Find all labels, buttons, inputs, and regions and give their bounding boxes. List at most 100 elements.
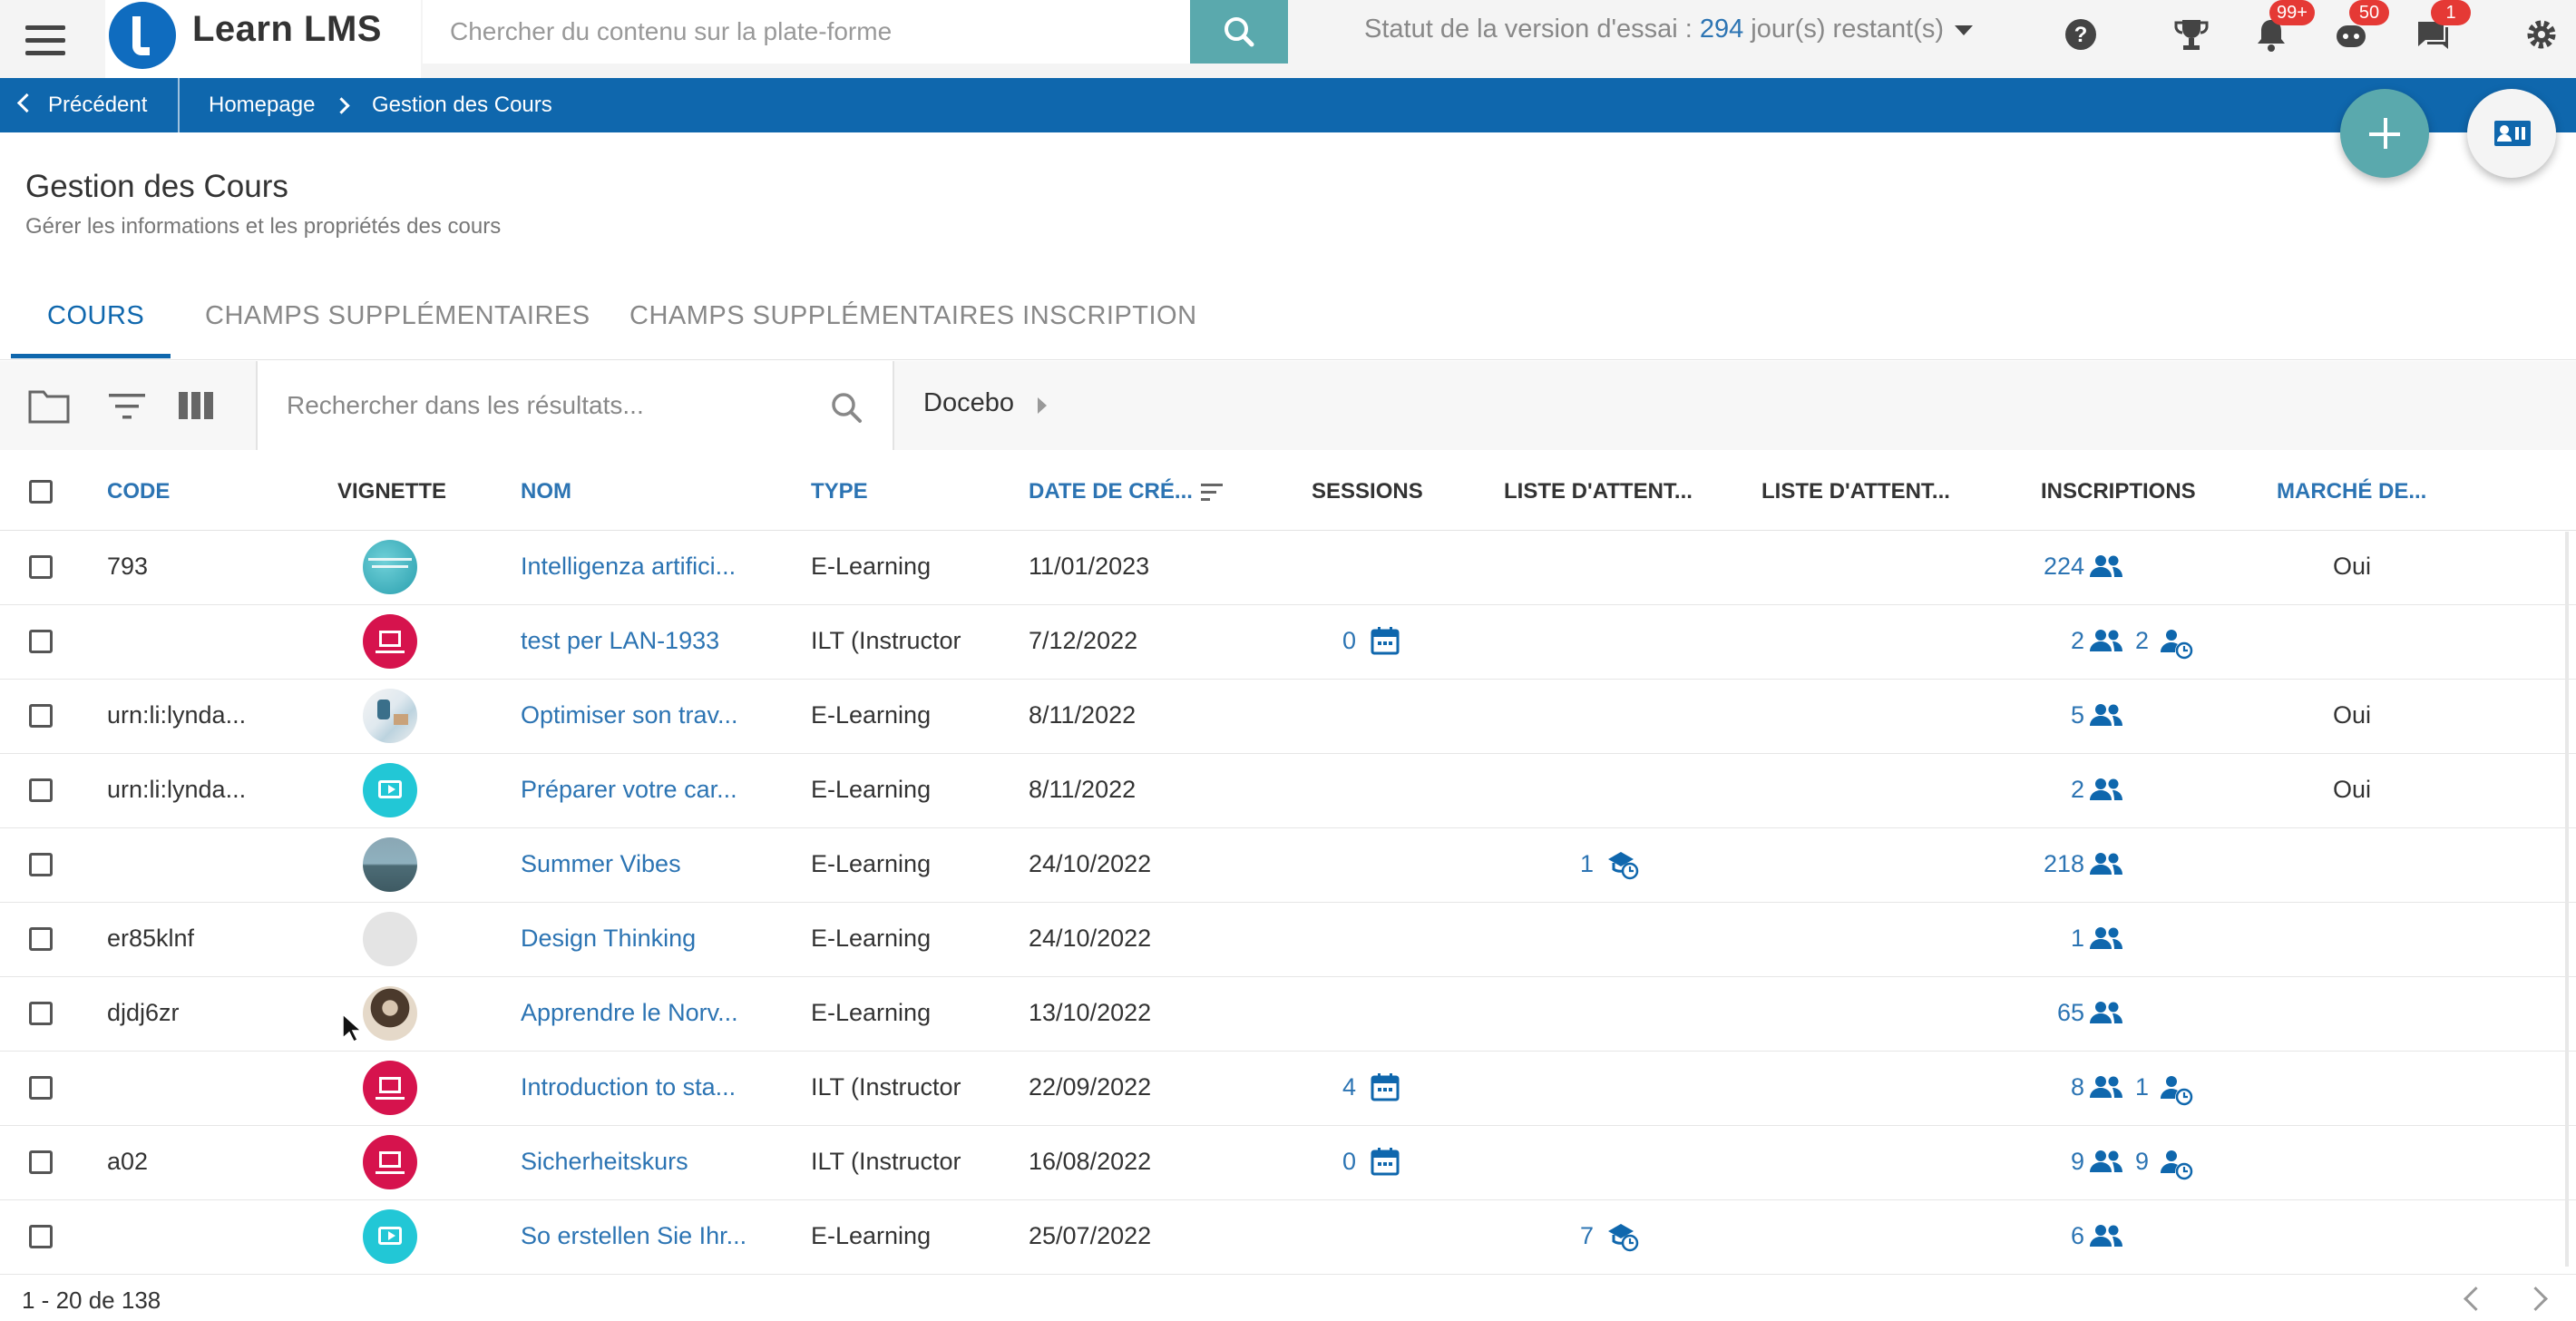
filter-icon[interactable] [107,388,147,425]
table-row[interactable]: test per LAN-1933 ILT (Instructor 7/12/202… [0,604,2576,680]
row-checkbox[interactable] [29,1076,53,1100]
table-row[interactable]: So erstellen Sie Ihr... E-Learning 25/07/2… [0,1199,2576,1275]
bot-icon[interactable]: 50 [2331,0,2389,54]
table-row[interactable]: 793 Intelligenza artifici... E-Learning 11/… [0,530,2576,605]
enrollments-count[interactable]: 8 [2071,1073,2084,1101]
users-icon[interactable] [2088,627,2124,659]
course-name-link[interactable]: test per LAN-1933 [521,627,719,655]
waitlist-count[interactable]: 1 [1580,850,1594,878]
columns-icon[interactable] [178,390,214,421]
enrollments-count[interactable]: 9 [2071,1148,2084,1176]
pending-users-icon[interactable] [2159,627,2195,664]
back-button[interactable]: Précédent [16,78,147,132]
pending-enrollments-count[interactable]: 2 [2135,627,2149,655]
course-name-link[interactable]: Préparer votre car... [521,776,737,804]
users-icon[interactable] [2088,1148,2124,1179]
row-checkbox[interactable] [29,927,53,951]
course-name-link[interactable]: Apprendre le Norv... [521,999,738,1027]
calendar-icon[interactable] [1370,625,1400,660]
course-name-link[interactable]: Optimiser son trav... [521,701,738,729]
settings-gear-icon[interactable] [2522,15,2561,54]
table-row[interactable]: a02 Sicherheitskurs ILT (Instructor 16/08/2… [0,1125,2576,1200]
scrollbar[interactable] [2565,532,2569,1267]
tab-champs-supplementaires[interactable]: CHAMPS SUPPLÉMENTAIRES [205,301,590,331]
users-icon[interactable] [2088,553,2124,584]
users-icon[interactable] [2088,925,2124,956]
users-icon[interactable] [2088,850,2124,882]
search-icon[interactable] [829,390,865,426]
table-row[interactable]: djdj6zr Apprendre le Norv... E-Learning 13/… [0,976,2576,1052]
enrollments-count[interactable]: 2 [2071,627,2084,655]
waitlist-icon[interactable] [1605,848,1640,886]
sort-icon[interactable] [1199,481,1225,503]
pending-users-icon[interactable] [2159,1148,2195,1185]
table-row[interactable]: Summer Vibes E-Learning 24/10/2022 1 218 [0,827,2576,903]
column-code[interactable]: CODE [107,479,170,504]
pending-enrollments-count[interactable]: 9 [2135,1148,2149,1176]
help-icon[interactable]: ? [2061,15,2101,54]
row-checkbox[interactable] [29,778,53,802]
tab-champs-supplementaires-inscription[interactable]: CHAMPS SUPPLÉMENTAIRES INSCRIPTION [629,301,1197,331]
sessions-count[interactable]: 0 [1342,627,1356,655]
column-date-creation[interactable]: DATE DE CRÉ... [1029,479,1193,504]
row-checkbox[interactable] [29,853,53,876]
menu-icon[interactable] [22,17,69,61]
pending-users-icon[interactable] [2159,1073,2195,1111]
sessions-count[interactable]: 0 [1342,1148,1356,1176]
enrollments-count[interactable]: 65 [2057,999,2084,1027]
add-course-button[interactable] [2340,89,2429,178]
enrollments-count[interactable]: 218 [2044,850,2084,878]
waitlist-count[interactable]: 7 [1580,1222,1594,1250]
enrollments-count[interactable]: 224 [2044,553,2084,581]
next-page-icon[interactable] [2523,1287,2548,1311]
calendar-icon[interactable] [1370,1146,1400,1181]
users-icon[interactable] [2088,701,2124,733]
table-row[interactable]: urn:li:lynda... Optimiser son trav... E-Le… [0,679,2576,754]
catalog-selector[interactable]: Docebo [923,388,1014,418]
global-search-input[interactable] [423,0,1203,64]
table-row[interactable]: er85klnf Design Thinking E-Learning 24/10/2… [0,902,2576,977]
enrollments-count[interactable]: 6 [2071,1222,2084,1250]
pending-enrollments-count[interactable]: 1 [2135,1073,2149,1101]
users-icon[interactable] [2088,776,2124,807]
users-icon[interactable] [2088,999,2124,1031]
contact-card-button[interactable] [2467,89,2556,178]
course-name-link[interactable]: Design Thinking [521,925,696,953]
row-checkbox[interactable] [29,1225,53,1248]
calendar-icon[interactable] [1370,1071,1400,1107]
enrollments-count[interactable]: 2 [2071,776,2084,804]
table-row[interactable]: Introduction to sta... ILT (Instructor 22/… [0,1051,2576,1126]
table-row[interactable]: urn:li:lynda... Préparer votre car... E-Le… [0,753,2576,828]
course-name-link[interactable]: Intelligenza artifici... [521,553,736,581]
tab-cours[interactable]: COURS [47,301,144,331]
select-all-checkbox[interactable] [29,480,53,504]
column-type[interactable]: TYPE [811,479,868,504]
row-checkbox[interactable] [29,1150,53,1174]
search-button[interactable] [1190,0,1288,64]
folder-icon[interactable] [27,385,71,426]
trophy-icon[interactable] [2171,15,2211,54]
enrollments-count[interactable]: 1 [2071,925,2084,953]
sessions-count[interactable]: 4 [1342,1073,1356,1101]
logo[interactable]: Learn LMS [105,0,421,78]
course-name-link[interactable]: Summer Vibes [521,850,681,878]
course-name-link[interactable]: Introduction to sta... [521,1073,736,1101]
waitlist-icon[interactable] [1605,1220,1640,1257]
row-checkbox[interactable] [29,704,53,728]
column-nom[interactable]: NOM [521,479,571,504]
enrollments-count[interactable]: 5 [2071,701,2084,729]
trial-status[interactable]: Statut de la version d'essai : 294 jour(… [1364,15,1974,44]
row-checkbox[interactable] [29,630,53,653]
column-marche[interactable]: MARCHÉ DE... [2277,479,2426,504]
course-name-link[interactable]: Sicherheitskurs [521,1148,688,1176]
users-icon[interactable] [2088,1073,2124,1105]
notifications-icon[interactable]: 99+ [2251,0,2315,54]
row-checkbox[interactable] [29,555,53,579]
messages-icon[interactable]: 1 [2413,0,2471,54]
users-icon[interactable] [2088,1222,2124,1254]
course-name-link[interactable]: So erstellen Sie Ihr... [521,1222,746,1250]
breadcrumb-homepage[interactable]: Homepage [209,78,315,132]
row-checkbox[interactable] [29,1002,53,1025]
previous-page-icon[interactable] [2464,1287,2488,1311]
results-search-input[interactable] [258,361,860,450]
